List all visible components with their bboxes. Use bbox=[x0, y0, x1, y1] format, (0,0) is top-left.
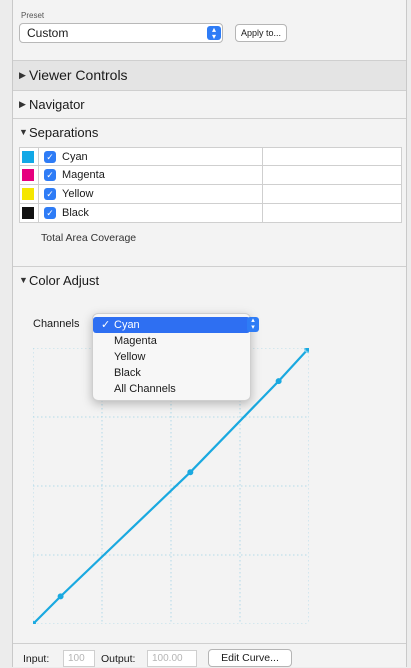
separation-row-yellow[interactable]: ✓ Yellow bbox=[19, 185, 402, 204]
menu-item-label: Cyan bbox=[114, 319, 140, 331]
menu-item-magenta[interactable]: Magenta bbox=[93, 333, 250, 349]
menu-item-all-channels[interactable]: All Channels bbox=[93, 381, 250, 397]
section-separations[interactable]: ▼ Separations bbox=[13, 118, 406, 146]
menu-item-cyan[interactable]: ✓ Cyan bbox=[93, 317, 250, 333]
channels-label: Channels bbox=[33, 318, 80, 330]
inspector-panel: Preset Custom ▴ ▾ Apply to... ▶ Viewer Co… bbox=[12, 0, 407, 667]
apply-to-button[interactable]: Apply to... bbox=[235, 24, 287, 42]
visibility-checkbox[interactable]: ✓ bbox=[44, 207, 56, 219]
input-label: Input: bbox=[23, 653, 50, 665]
preset-select[interactable]: Custom ▴ ▾ bbox=[19, 23, 223, 43]
curve-io-bar: Input: 100 Output: 100.00 Edit Curve... bbox=[13, 643, 406, 668]
divider bbox=[38, 166, 39, 184]
separation-row-magenta[interactable]: ✓ Magenta bbox=[19, 166, 402, 185]
disclosure-right-icon: ▶ bbox=[19, 99, 26, 109]
visibility-checkbox[interactable]: ✓ bbox=[44, 169, 56, 181]
total-area-coverage-label: Total Area Coverage bbox=[41, 232, 137, 244]
menu-item-label: Black bbox=[114, 367, 141, 379]
menu-item-black[interactable]: Black bbox=[93, 365, 250, 381]
section-title: Viewer Controls bbox=[29, 67, 128, 83]
divider bbox=[262, 148, 263, 165]
disclosure-down-icon: ▼ bbox=[19, 275, 28, 285]
color-swatch bbox=[22, 151, 34, 163]
up-down-chevron-icon: ▴ ▾ bbox=[207, 26, 221, 41]
divider bbox=[38, 204, 39, 222]
section-viewer-controls[interactable]: ▶ Viewer Controls bbox=[13, 60, 406, 90]
separation-name: Cyan bbox=[62, 151, 88, 163]
menu-item-label: Magenta bbox=[114, 335, 157, 347]
menu-item-yellow[interactable]: Yellow bbox=[93, 349, 250, 365]
input-field[interactable]: 100 bbox=[63, 650, 95, 667]
section-title: Navigator bbox=[29, 97, 85, 112]
output-field[interactable]: 100.00 bbox=[147, 650, 197, 667]
visibility-checkbox[interactable]: ✓ bbox=[44, 188, 56, 200]
channels-dropdown-menu[interactable]: ✓ Cyan Magenta Yellow Black All Channels bbox=[92, 313, 251, 401]
section-color-adjust[interactable]: ▼ Color Adjust bbox=[13, 266, 406, 294]
color-swatch bbox=[22, 188, 34, 200]
separation-name: Magenta bbox=[62, 169, 105, 181]
menu-item-label: All Channels bbox=[114, 383, 176, 395]
section-title: Separations bbox=[29, 125, 99, 140]
output-label: Output: bbox=[101, 653, 136, 665]
preset-label: Preset bbox=[21, 11, 45, 20]
up-down-chevron-icon[interactable]: ▴ ▾ bbox=[247, 317, 259, 332]
separation-row-black[interactable]: ✓ Black bbox=[19, 204, 402, 223]
color-swatch bbox=[22, 169, 34, 181]
checkmark-icon: ✓ bbox=[101, 319, 111, 331]
disclosure-down-icon: ▼ bbox=[19, 127, 28, 137]
separation-name: Yellow bbox=[62, 188, 94, 200]
preset-value: Custom bbox=[27, 26, 69, 40]
edit-curve-button[interactable]: Edit Curve... bbox=[208, 649, 292, 667]
curve-point[interactable] bbox=[187, 469, 194, 476]
curve-point[interactable] bbox=[275, 378, 282, 385]
visibility-checkbox[interactable]: ✓ bbox=[44, 151, 56, 163]
disclosure-right-icon: ▶ bbox=[19, 70, 26, 80]
divider bbox=[262, 204, 263, 222]
section-title: Color Adjust bbox=[29, 273, 100, 288]
separation-row-cyan[interactable]: ✓ Cyan bbox=[19, 147, 402, 166]
curve-point[interactable] bbox=[57, 593, 64, 600]
divider bbox=[38, 148, 39, 165]
section-navigator[interactable]: ▶ Navigator bbox=[13, 90, 406, 118]
menu-item-label: Yellow bbox=[114, 351, 146, 363]
divider bbox=[38, 185, 39, 203]
divider bbox=[262, 166, 263, 184]
separation-name: Black bbox=[62, 207, 89, 219]
divider bbox=[262, 185, 263, 203]
color-swatch bbox=[22, 207, 34, 219]
